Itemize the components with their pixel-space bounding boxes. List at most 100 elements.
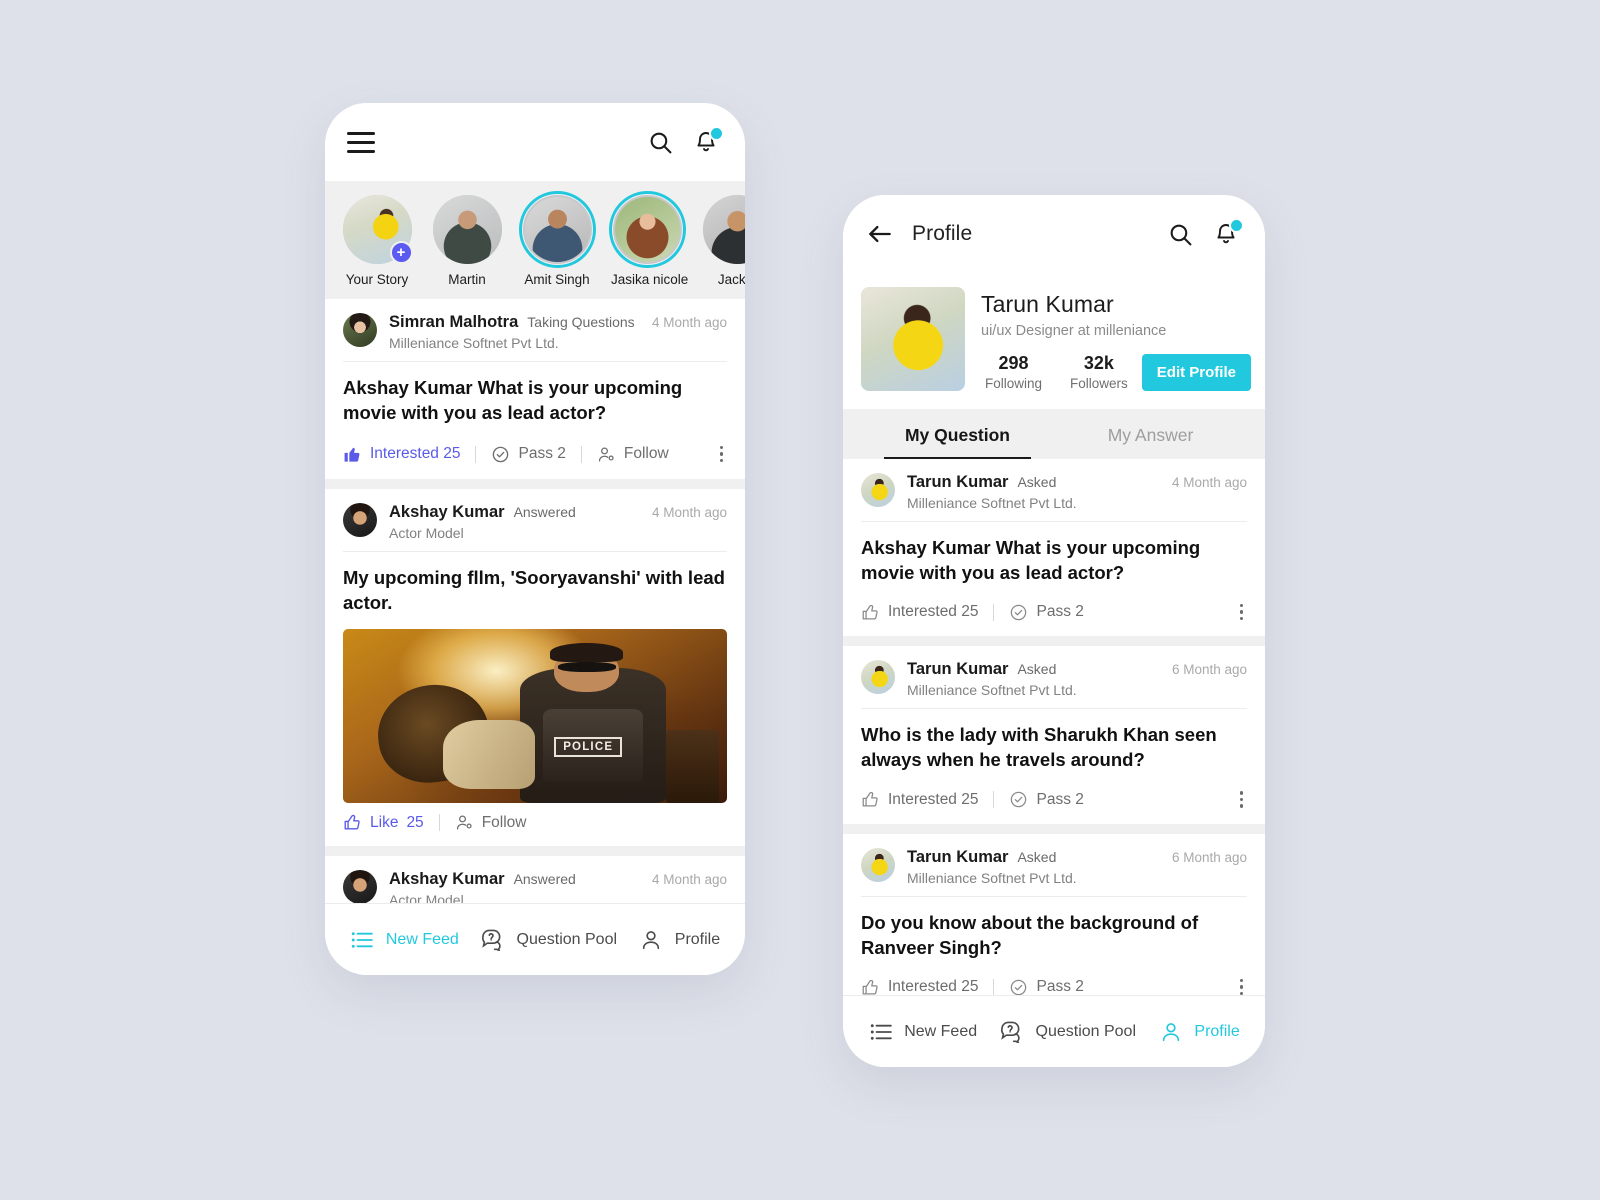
nav-item-profile[interactable]: Profile xyxy=(639,927,720,952)
post-actions: Interested 25 Pass 2 Follow xyxy=(343,439,727,480)
post-header-text: Tarun Kumar Asked 6 Month ago Millenianc… xyxy=(907,848,1247,886)
search-icon[interactable] xyxy=(1163,217,1197,251)
post-header-line: Akshay Kumar Answered 4 Month ago xyxy=(389,503,727,522)
feed-question-post: Simran Malhotra Taking Questions 4 Month… xyxy=(325,299,745,480)
avatar[interactable] xyxy=(861,847,895,882)
tab-my-answer[interactable]: My Answer xyxy=(1054,409,1247,459)
post-header-line: Akshay Kumar Answered 4 Month ago xyxy=(389,870,727,889)
avatar-image xyxy=(524,197,590,262)
post-actions: Interested 25 Pass 2 xyxy=(861,786,1247,824)
story-avatar xyxy=(518,191,596,268)
following-label: Following xyxy=(985,376,1043,391)
nav-item-question-pool[interactable]: Question Pool xyxy=(481,927,617,952)
post-author[interactable]: Akshay Kumar xyxy=(389,503,505,522)
pass-label: Pass 2 xyxy=(1036,790,1084,808)
stories-row[interactable]: + Your Story Martin Amit Singh Jasika ni… xyxy=(325,181,745,299)
post-more-menu-icon[interactable] xyxy=(1236,788,1248,811)
edit-profile-button[interactable]: Edit Profile xyxy=(1141,353,1251,391)
story-label: Jasika nicole xyxy=(611,272,689,287)
back-arrow-icon[interactable] xyxy=(865,219,895,249)
nav-item-question-pool[interactable]: Question Pool xyxy=(1000,1019,1136,1044)
post-author[interactable]: Akshay Kumar xyxy=(389,870,505,889)
profile-tabs: My Question My Answer xyxy=(843,409,1265,459)
post-author[interactable]: Tarun Kumar xyxy=(907,473,1008,492)
post-title[interactable]: Do you know about the background of Ranv… xyxy=(861,897,1247,974)
section-divider xyxy=(325,479,745,490)
pass-button[interactable]: Pass 2 xyxy=(491,445,566,464)
followers-label: Followers xyxy=(1070,376,1128,391)
tab-my-question[interactable]: My Question xyxy=(861,409,1054,459)
post-image[interactable]: POLICE xyxy=(343,629,727,804)
section-divider xyxy=(843,823,1265,834)
interested-button[interactable]: Interested 25 xyxy=(343,445,460,464)
story-item-jasika-nicole[interactable]: Jasika nicole xyxy=(608,191,689,287)
post-title[interactable]: Akshay Kumar What is your upcoming movie… xyxy=(861,522,1247,599)
post-title[interactable]: Who is the lady with Sharukh Khan seen a… xyxy=(861,709,1247,786)
nav-item-new-feed[interactable]: New Feed xyxy=(350,927,459,952)
post-title[interactable]: Akshay Kumar What is your upcoming movie… xyxy=(343,362,727,439)
search-icon[interactable] xyxy=(643,125,677,159)
post-action-tag: Answered xyxy=(513,504,576,521)
post-actions: Interested 25 Pass 2 xyxy=(861,599,1247,637)
post-action-tag: Answered xyxy=(513,871,576,888)
post-timestamp: 4 Month ago xyxy=(1171,475,1247,490)
avatar[interactable] xyxy=(343,313,377,347)
avatar[interactable] xyxy=(343,503,377,538)
feed-topbar xyxy=(325,103,745,181)
pass-label: Pass 2 xyxy=(1036,978,1084,996)
interested-button[interactable]: Interested 25 xyxy=(861,978,978,997)
profile-question-card: Tarun Kumar Asked 6 Month ago Millenianc… xyxy=(843,833,1265,1012)
avatar-image xyxy=(702,195,745,264)
list-icon xyxy=(868,1019,893,1044)
post-subtitle: Milleniance Softnet Pvt Ltd. xyxy=(907,682,1077,699)
profile-topbar: Profile xyxy=(843,195,1265,273)
post-subtitle: Milleniance Softnet Pvt Ltd. xyxy=(907,495,1077,511)
story-item-your-story[interactable]: + Your Story xyxy=(341,195,413,287)
post-author[interactable]: Tarun Kumar xyxy=(907,848,1008,867)
pass-button[interactable]: Pass 2 xyxy=(1009,603,1084,622)
nav-item-profile[interactable]: Profile xyxy=(1158,1019,1240,1044)
action-separator xyxy=(580,445,582,463)
hamburger-icon[interactable] xyxy=(347,131,375,153)
post-author[interactable]: Tarun Kumar xyxy=(907,660,1008,679)
person-icon xyxy=(639,927,664,952)
post-header-line: Simran Malhotra Taking Questions 4 Month… xyxy=(389,313,727,332)
story-item-amit-singh[interactable]: Amit Singh xyxy=(518,191,596,287)
page-title: Profile xyxy=(912,222,973,245)
stat-followers[interactable]: 32k Followers xyxy=(1056,353,1142,391)
profile-question-card: Tarun Kumar Asked 4 Month ago Millenianc… xyxy=(843,459,1265,637)
add-story-icon[interactable]: + xyxy=(389,241,413,264)
post-header-text: Akshay Kumar Answered 4 Month ago Actor … xyxy=(389,503,727,541)
interested-button[interactable]: Interested 25 xyxy=(861,603,978,622)
phone-profile-screen: Profile Tarun Kumar ui/ux Designer at mi… xyxy=(843,195,1265,1067)
avatar[interactable] xyxy=(861,473,895,507)
follow-button[interactable]: Follow xyxy=(455,813,526,832)
bell-icon[interactable] xyxy=(689,125,724,159)
avatar[interactable] xyxy=(343,870,377,905)
avatar-image xyxy=(614,197,680,262)
nav-label: New Feed xyxy=(385,930,459,948)
pass-button[interactable]: Pass 2 xyxy=(1009,978,1084,997)
profile-photo[interactable] xyxy=(861,287,965,391)
post-header-line: Tarun Kumar Asked 6 Month ago xyxy=(907,660,1247,679)
stat-following[interactable]: 298 Following xyxy=(981,353,1056,391)
avatar-image xyxy=(432,195,502,264)
followers-count: 32k xyxy=(1083,353,1114,373)
avatar[interactable] xyxy=(861,660,895,695)
post-more-menu-icon[interactable] xyxy=(716,443,728,466)
post-author[interactable]: Simran Malhotra xyxy=(389,313,518,332)
like-button[interactable]: Like 25 xyxy=(343,813,424,832)
image-arm xyxy=(442,719,535,790)
nav-item-new-feed[interactable]: New Feed xyxy=(868,1019,977,1044)
post-title[interactable]: My upcoming fllm, 'Sooryavanshi' with le… xyxy=(343,552,727,629)
profile-bottom-nav: New Feed Question Pool Profile xyxy=(843,995,1265,1067)
post-subtitle: Milleniance Softnet Pvt Ltd. xyxy=(907,869,1077,886)
profile-info: Tarun Kumar ui/ux Designer at millenianc… xyxy=(981,287,1251,391)
bell-icon[interactable] xyxy=(1209,217,1244,251)
story-item-jackie[interactable]: Jackie xyxy=(701,195,745,287)
post-more-menu-icon[interactable] xyxy=(1236,601,1248,624)
follow-button[interactable]: Follow xyxy=(597,445,669,464)
interested-button[interactable]: Interested 25 xyxy=(861,790,978,809)
story-item-martin[interactable]: Martin xyxy=(431,195,503,287)
pass-button[interactable]: Pass 2 xyxy=(1009,790,1084,809)
